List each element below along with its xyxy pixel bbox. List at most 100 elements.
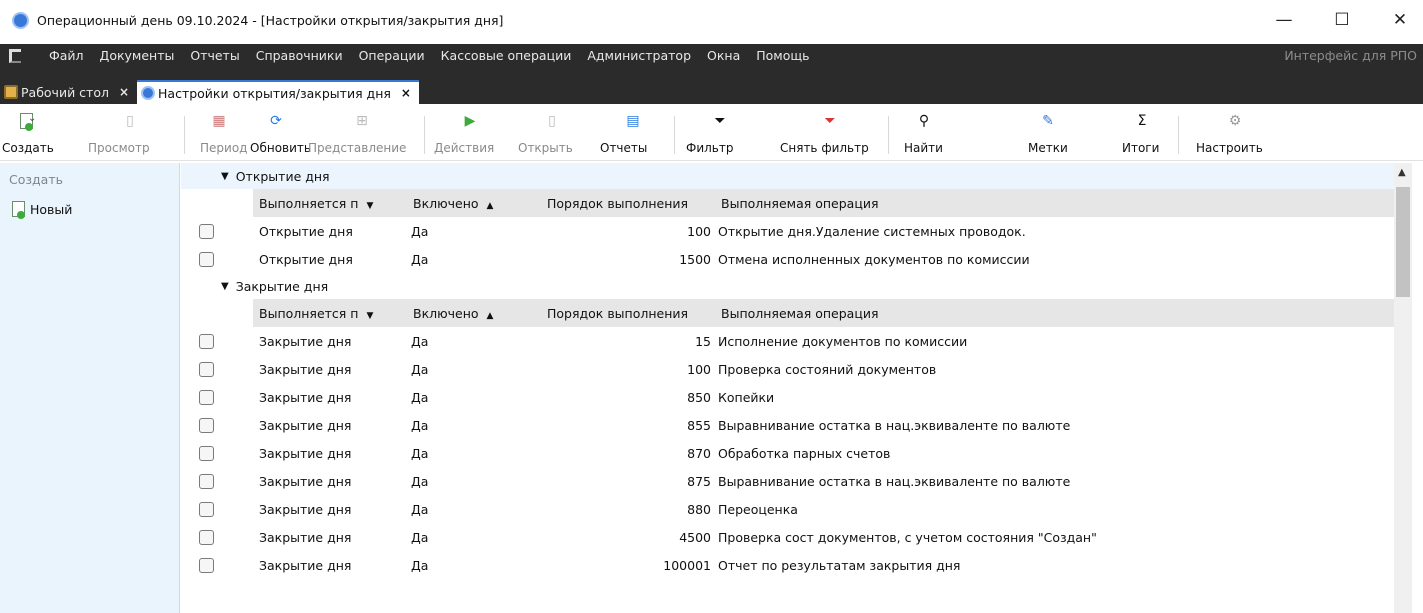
minimize-button[interactable]: — (1261, 0, 1307, 40)
table-row[interactable]: Закрытие дня Да 100001 Отчет по результатам… (181, 551, 1394, 579)
tab-day-settings[interactable]: Настройки открытия/закрытия дня × (137, 80, 419, 104)
filter-icon: ⏷ (714, 113, 726, 129)
column-header[interactable]: Выполняемая операция (721, 196, 878, 211)
cell-order: 1500 (679, 252, 711, 267)
sort-icon[interactable]: ▼ (366, 311, 373, 321)
find-button[interactable]: ⚲ Найти (894, 104, 954, 161)
menu-directories[interactable]: Справочники (248, 48, 351, 63)
column-header[interactable]: Порядок выполнения (547, 306, 688, 321)
new-item-link[interactable]: Новый (12, 201, 72, 219)
cell-operation: Выравнивание остатка в нац.эквиваленте п… (718, 418, 1071, 433)
cell-enabled: Да (411, 446, 429, 461)
row-checkbox[interactable] (199, 474, 214, 489)
group-header[interactable]: ▼ Закрытие дня (181, 273, 1394, 299)
table-row[interactable]: Открытие дня Да 1500 Отмена исполненных док… (181, 245, 1394, 273)
tab-close-icon[interactable]: × (119, 85, 129, 99)
sort-icon[interactable]: ▼ (366, 201, 373, 211)
table-row[interactable]: Закрытие дня Да 100 Проверка состояний доку… (181, 355, 1394, 383)
menu-cash-operations[interactable]: Кассовые операции (433, 48, 580, 63)
table-row[interactable]: Открытие дня Да 100 Открытие дня.Удаление с… (181, 217, 1394, 245)
column-header[interactable]: Порядок выполнения (547, 196, 688, 211)
actions-icon: ▶ (464, 113, 476, 129)
new-document-icon (12, 201, 25, 219)
cell-operation: Выравнивание остатка в нац.эквиваленте п… (718, 474, 1071, 489)
cell-enabled: Да (411, 558, 429, 573)
table-row[interactable]: Закрытие дня Да 880 Переоценка (181, 495, 1394, 523)
menu-administrator[interactable]: Администратор (579, 48, 699, 63)
menu-file[interactable]: Файл (41, 48, 92, 63)
cell-operation: Отчет по результатам закрытия дня (718, 558, 961, 573)
table-row[interactable]: Закрытие дня Да 855 Выравнивание остатка в … (181, 411, 1394, 439)
close-button[interactable]: ✕ (1377, 0, 1423, 40)
row-checkbox[interactable] (199, 558, 214, 573)
row-checkbox[interactable] (199, 334, 214, 349)
interface-label[interactable]: Интерфейс для РПО (1284, 48, 1417, 63)
reports-button[interactable]: ▤ Отчеты (594, 104, 672, 161)
totals-button[interactable]: Σ Итоги (1112, 104, 1172, 161)
vertical-scrollbar[interactable]: ▲ (1394, 163, 1412, 613)
cell-order: 880 (687, 502, 711, 517)
table-row[interactable]: Закрытие дня Да 15 Исполнение документов по… (181, 327, 1394, 355)
view-button[interactable]: ▯ Просмотр (80, 104, 180, 161)
group-header[interactable]: ▼ Открытие дня (181, 163, 1394, 189)
row-checkbox[interactable] (199, 362, 214, 377)
row-checkbox[interactable] (199, 224, 214, 239)
clear-filter-button[interactable]: ⏷ Снять фильтр (780, 104, 880, 161)
row-checkbox[interactable] (199, 418, 214, 433)
app-icon (12, 11, 29, 29)
create-button[interactable]: ⌄ Создать (0, 104, 58, 161)
sort-icon[interactable]: ▲ (487, 201, 494, 211)
presentation-button[interactable]: ⊞ Представление (306, 104, 418, 161)
table-row[interactable]: Закрытие дня Да 4500 Проверка сост документ… (181, 523, 1394, 551)
column-header[interactable]: Выполняемая операция (721, 306, 878, 321)
filter-button[interactable]: ⏷ Фильтр (680, 104, 760, 161)
table-row[interactable]: Закрытие дня Да 875 Выравнивание остатка в … (181, 467, 1394, 495)
cell-operation: Исполнение документов по комиссии (718, 334, 968, 349)
collapse-icon[interactable]: ▼ (221, 171, 229, 182)
menu-operations[interactable]: Операции (351, 48, 433, 63)
column-header-label: Выполняемая операция (721, 306, 879, 321)
menu-reports[interactable]: Отчеты (182, 48, 247, 63)
column-header-label: Включено (413, 306, 479, 321)
cell-stage: Открытие дня (259, 224, 353, 239)
row-checkbox[interactable] (199, 502, 214, 517)
row-checkbox[interactable] (199, 252, 214, 267)
menu-windows[interactable]: Окна (699, 48, 748, 63)
cell-stage: Открытие дня (259, 252, 353, 267)
table-row[interactable]: Закрытие дня Да 850 Копейки (181, 383, 1394, 411)
period-button[interactable]: ▦ Период (194, 104, 247, 161)
binoculars-icon: ⚲ (918, 113, 930, 129)
cell-stage: Закрытие дня (259, 446, 352, 461)
sort-icon[interactable]: ▲ (487, 311, 494, 321)
row-checkbox[interactable] (199, 446, 214, 461)
chevron-down-icon[interactable]: ⌄ (28, 113, 36, 124)
column-header[interactable]: Выполняется п ▼ (259, 306, 373, 321)
cell-stage: Закрытие дня (259, 474, 352, 489)
column-header[interactable]: Включено ▲ (413, 196, 493, 211)
app-menu-icon[interactable] (9, 48, 21, 63)
collapse-icon[interactable]: ▼ (221, 281, 229, 292)
menu-help[interactable]: Помощь (748, 48, 817, 63)
column-header[interactable]: Выполняется п ▼ (259, 196, 373, 211)
marks-button[interactable]: ✎ Метки (1018, 104, 1078, 161)
column-header-label: Включено (413, 196, 479, 211)
refresh-button[interactable]: ⟳ Обновить (246, 104, 311, 161)
table-row[interactable]: Закрытие дня Да 870 Обработка парных счетов (181, 439, 1394, 467)
cell-enabled: Да (411, 390, 429, 405)
column-header[interactable]: Включено ▲ (413, 306, 493, 321)
row-checkbox[interactable] (199, 530, 214, 545)
open-button[interactable]: ▯ Открыть (512, 104, 592, 161)
tab-close-icon[interactable]: × (401, 86, 411, 100)
menu-documents[interactable]: Документы (92, 48, 183, 63)
scroll-thumb[interactable] (1396, 187, 1410, 297)
cell-stage: Закрытие дня (259, 558, 352, 573)
row-checkbox[interactable] (199, 390, 214, 405)
settings-button[interactable]: ⚙ Настроить (1190, 104, 1280, 161)
tab-desktop[interactable]: Рабочий стол × (0, 80, 137, 104)
cell-order: 15 (695, 334, 711, 349)
actions-button[interactable]: ▶ Действия (430, 104, 510, 161)
scroll-up-icon[interactable]: ▲ (1398, 167, 1406, 178)
column-header-label: Порядок выполнения (547, 196, 689, 211)
maximize-button[interactable]: ☐ (1319, 0, 1365, 40)
desktop-icon (4, 85, 18, 99)
